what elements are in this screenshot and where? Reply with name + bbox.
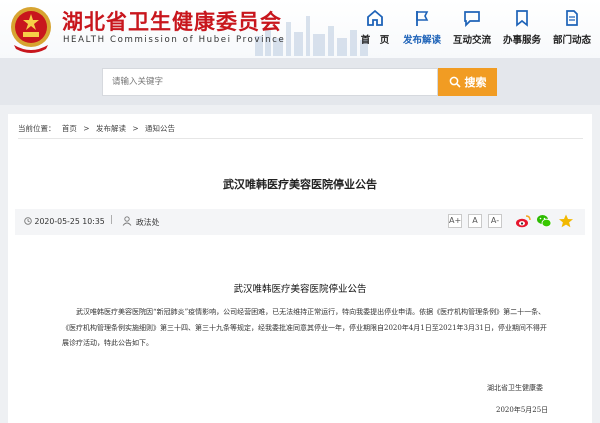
bookmark-icon [516, 10, 528, 27]
meta-separator: | [110, 215, 114, 225]
search-button-label: 搜索 [464, 76, 487, 89]
nav-department-news-label: 部门动态 [552, 35, 591, 46]
document-icon [566, 10, 578, 26]
font-size-default-button[interactable]: A [468, 214, 482, 228]
nav-department-news[interactable]: 部门动态 [546, 0, 598, 58]
site-header: 湖北省卫生健康委员会 HEALTH Commission of Hubei Pr… [0, 0, 600, 58]
nav-home[interactable]: 首 页 [349, 0, 401, 58]
nav-services-label: 办事服务 [502, 35, 541, 46]
article-title: 武汉唯韩医疗美容医院停业公告 [223, 178, 377, 191]
nav-home-label: 首 页 [360, 35, 390, 46]
content-panel [8, 114, 592, 423]
nav-release-label: 发布解读 [402, 35, 441, 46]
document-body: 武汉唯韩医疗美容医院因“新冠肺炎”疫情影响，公司经营困难，已无法维持正常运行，特… [62, 308, 547, 347]
breadcrumb-separator: > [132, 124, 139, 133]
wechat-icon[interactable] [536, 213, 552, 229]
font-size-decrease-button[interactable]: A- [488, 214, 502, 228]
chat-icon [464, 11, 480, 27]
nav-interaction-label: 互动交流 [452, 35, 491, 46]
breadcrumb-item-notices[interactable]: 通知公告 [145, 124, 175, 133]
breadcrumb-item-release[interactable]: 发布解读 [96, 124, 126, 133]
nav-services[interactable]: 办事服务 [496, 0, 548, 58]
site-title[interactable]: 湖北省卫生健康委员会 [62, 6, 282, 36]
breadcrumb-prefix: 当前位置： [18, 124, 56, 133]
nav-release[interactable]: 发布解读 [396, 0, 448, 58]
favorite-icon[interactable] [558, 213, 574, 229]
search-input[interactable] [102, 68, 438, 96]
divider [18, 138, 583, 139]
breadcrumb-separator: > [83, 124, 90, 133]
national-emblem-icon [11, 7, 51, 53]
article-org: 政法处 [136, 218, 160, 227]
article-datetime-text: 2020-05-25 10:35 [34, 217, 105, 226]
breadcrumb-item-home[interactable]: 首页 [62, 124, 77, 133]
clock-icon [24, 217, 32, 225]
search-button[interactable]: 搜索 [438, 68, 497, 96]
weibo-icon[interactable] [515, 213, 531, 229]
site-subtitle: HEALTH Commission of Hubei Province [63, 35, 286, 45]
flag-icon [416, 11, 429, 26]
breadcrumb: 当前位置： 首页 > 发布解读 > 通知公告 [18, 123, 179, 134]
home-icon [367, 9, 383, 26]
font-size-increase-button[interactable]: A+ [448, 214, 462, 228]
nav-interaction[interactable]: 互动交流 [446, 0, 498, 58]
article-datetime: 2020-05-25 10:35 [24, 217, 105, 226]
document-date: 2020年5月25日 [496, 406, 549, 414]
document-title: 武汉唯韩医疗美容医院停业公告 [233, 284, 367, 295]
search-icon [449, 76, 461, 88]
user-icon [122, 216, 132, 226]
document-signature: 湖北省卫生健康委 [487, 384, 543, 392]
